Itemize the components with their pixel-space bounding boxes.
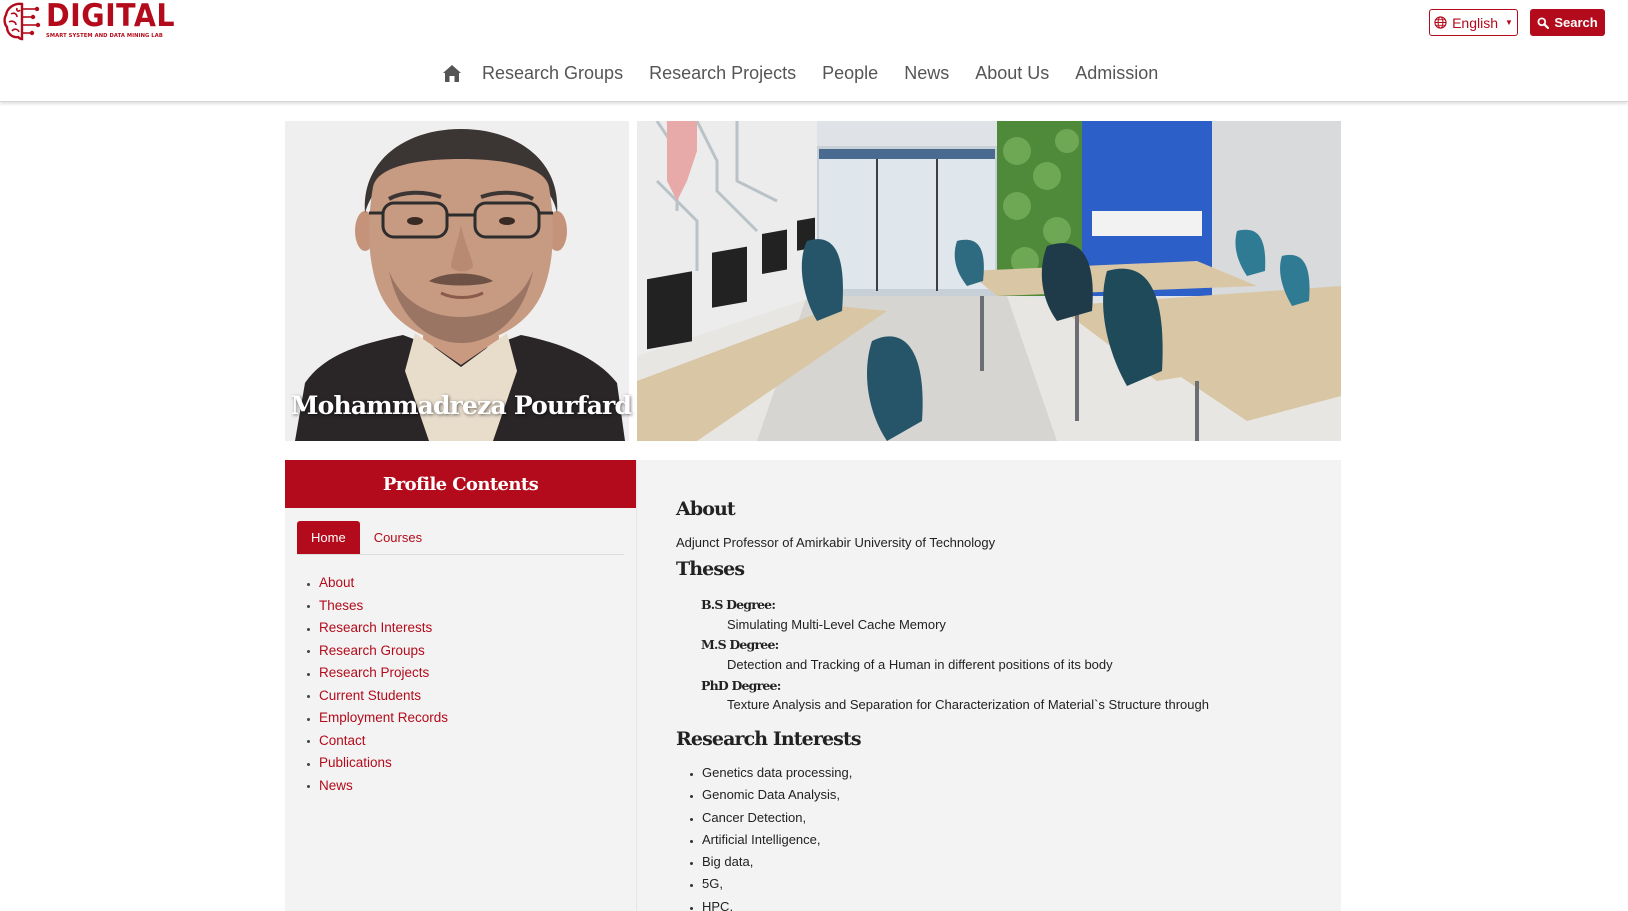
- research-interests-list: Genetics data processing, Genomic Data A…: [688, 762, 852, 911]
- list-item: Artificial Intelligence,: [688, 829, 852, 851]
- list-item: Cancer Detection,: [688, 807, 852, 829]
- search-icon: [1537, 17, 1550, 29]
- list-item: 5G,: [688, 873, 852, 895]
- profile-photo: Mohammadreza Pourfard: [285, 121, 637, 441]
- research-interests-heading: Research Interests: [676, 728, 862, 750]
- toc-link-about[interactable]: About: [305, 572, 448, 595]
- list-item: Genetics data processing,: [688, 762, 852, 784]
- thesis-title: Texture Analysis and Separation for Char…: [727, 697, 1209, 712]
- profile-content-panel: Profile Contents Home Courses About Thes…: [285, 460, 1341, 911]
- thesis-degree: PhD Degree:: [701, 678, 781, 693]
- thesis-degree: B.S Degree:: [701, 597, 776, 612]
- nav-news[interactable]: News: [904, 63, 949, 84]
- logo-title: DIGITAL: [46, 0, 176, 34]
- nav-about-us[interactable]: About Us: [975, 63, 1049, 84]
- home-icon[interactable]: [442, 62, 464, 84]
- list-item: HPC,: [688, 896, 852, 911]
- toc-link-theses[interactable]: Theses: [305, 595, 448, 618]
- toc-link-research-interests[interactable]: Research Interests: [305, 617, 448, 640]
- nav-admission[interactable]: Admission: [1075, 63, 1158, 84]
- about-heading: About: [676, 498, 736, 520]
- search-label: Search: [1554, 15, 1598, 30]
- list-item: Genomic Data Analysis,: [688, 784, 852, 806]
- main-navigation: Research Groups Research Projects People…: [442, 58, 1184, 88]
- sidebar-title: Profile Contents: [285, 460, 636, 508]
- toc-link-research-groups[interactable]: Research Groups: [305, 640, 448, 663]
- profile-tabs: Home Courses: [297, 521, 624, 555]
- toc-link-publications[interactable]: Publications: [305, 752, 448, 775]
- search-button[interactable]: Search: [1530, 9, 1605, 36]
- brain-circuit-logo-icon: [3, 2, 41, 41]
- caret-down-icon: ▼: [1505, 18, 1513, 27]
- profile-sidebar: Profile Contents Home Courses About Thes…: [285, 460, 637, 911]
- lab-photo: [637, 121, 1341, 441]
- globe-icon: [1434, 16, 1447, 29]
- thesis-title: Simulating Multi-Level Cache Memory: [727, 617, 946, 632]
- list-item: Big data,: [688, 851, 852, 873]
- nav-research-projects[interactable]: Research Projects: [649, 63, 796, 84]
- toc-link-contact[interactable]: Contact: [305, 730, 448, 753]
- language-label: English: [1452, 14, 1498, 31]
- profile-contents-list: About Theses Research Interests Research…: [305, 572, 448, 797]
- toc-link-research-projects[interactable]: Research Projects: [305, 662, 448, 685]
- language-button[interactable]: English ▼: [1429, 9, 1518, 36]
- toc-link-employment-records[interactable]: Employment Records: [305, 707, 448, 730]
- about-text: Adjunct Professor of Amirkabir Universit…: [676, 535, 996, 550]
- toc-link-current-students[interactable]: Current Students: [305, 685, 448, 708]
- theses-heading: Theses: [676, 558, 745, 580]
- site-header: DIGITAL SMART SYSTEM AND DATA MINING LAB…: [0, 0, 1628, 102]
- thesis-degree: M.S Degree:: [701, 637, 779, 652]
- nav-research-groups[interactable]: Research Groups: [482, 63, 623, 84]
- thesis-title: Detection and Tracking of a Human in dif…: [727, 657, 1113, 672]
- toc-link-news[interactable]: News: [305, 775, 448, 798]
- profile-name: Mohammadreza Pourfard: [290, 391, 632, 420]
- nav-people[interactable]: People: [822, 63, 878, 84]
- site-logo[interactable]: DIGITAL SMART SYSTEM AND DATA MINING LAB: [2, 0, 186, 44]
- tab-home[interactable]: Home: [297, 521, 360, 554]
- tab-courses[interactable]: Courses: [360, 521, 436, 554]
- profile-banner: Mohammadreza Pourfard: [285, 121, 1341, 441]
